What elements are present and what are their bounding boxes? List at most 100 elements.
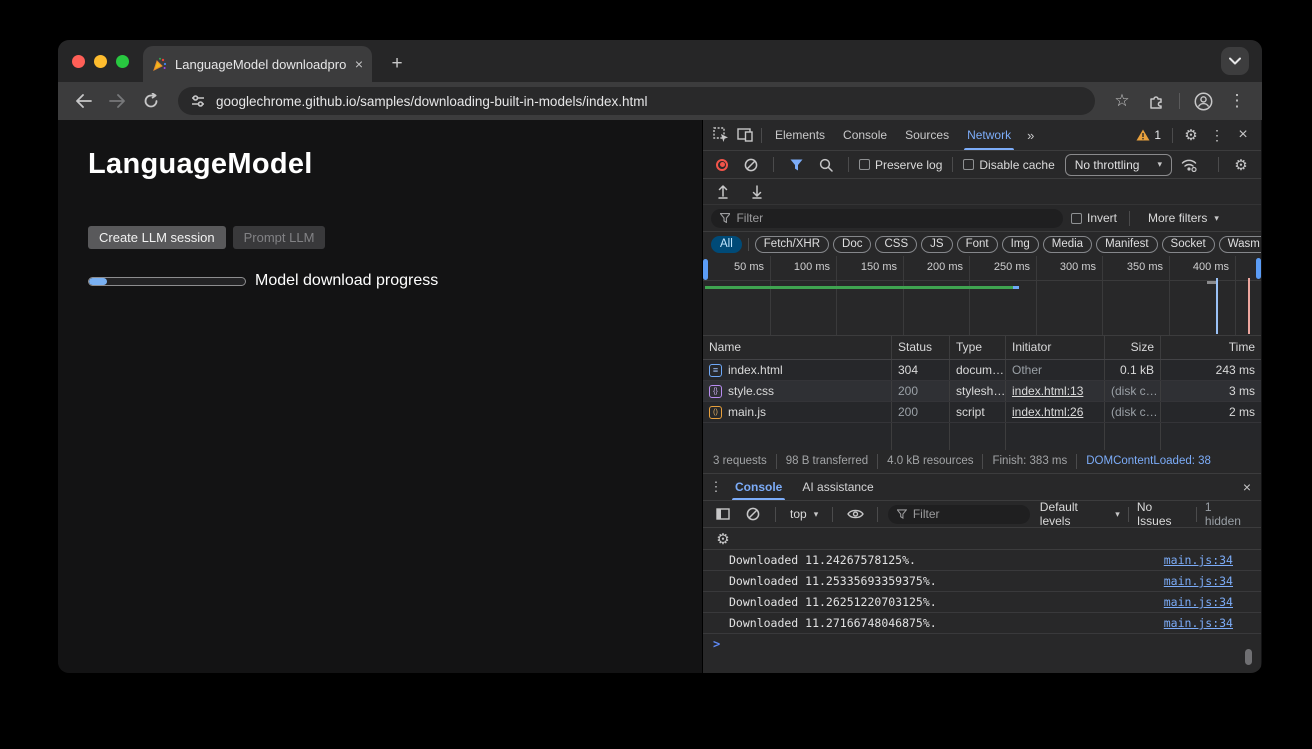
source-link[interactable]: main.js:34 [1164,553,1233,567]
device-toolbar-icon[interactable] [733,123,757,147]
log-levels-select[interactable]: Default levels ▾ [1036,500,1124,528]
import-har-icon[interactable] [711,180,735,204]
table-row[interactable]: ≡ index.html 304 docum… Other 0.1 kB 243… [703,360,1261,381]
chip-js[interactable]: JS [921,236,952,253]
drawer-tab-console[interactable]: Console [725,474,792,500]
invert-checkbox[interactable]: Invert [1071,211,1117,225]
checkbox-box[interactable] [1071,213,1082,224]
close-drawer-icon[interactable]: × [1243,479,1251,495]
reload-button[interactable] [136,86,166,116]
console-filter-input[interactable] [913,507,1021,521]
back-button[interactable] [68,86,98,116]
tab-search-button[interactable] [1221,47,1249,75]
timeline-axis-line [703,280,1261,281]
chip-wasm[interactable]: Wasm [1219,236,1261,253]
bookmark-star-icon[interactable]: ☆ [1107,86,1137,116]
network-conditions-icon[interactable] [1178,153,1202,177]
new-tab-button[interactable]: + [384,51,410,77]
search-icon[interactable] [814,153,838,177]
chip-font[interactable]: Font [957,236,998,253]
console-filter-input-wrap[interactable] [888,505,1030,524]
tab-network[interactable]: Network [958,120,1020,150]
console-settings-gear-icon[interactable]: ⚙ [711,527,735,551]
record-network-log-button[interactable] [716,159,728,171]
maximize-window-button[interactable] [116,55,129,68]
desktop: LanguageModel downloadpro × + [0,0,1312,749]
network-settings-gear-icon[interactable]: ⚙ [1229,153,1253,177]
chip-doc[interactable]: Doc [833,236,871,253]
chip-all[interactable]: All [711,236,742,253]
chip-css[interactable]: CSS [875,236,917,253]
extensions-icon[interactable] [1141,86,1171,116]
prompt-llm-button[interactable]: Prompt LLM [233,226,326,249]
network-filter-input-wrap[interactable] [711,209,1063,228]
chip-socket[interactable]: Socket [1162,236,1215,253]
more-tabs-icon[interactable]: » [1020,128,1041,143]
drawer-menu-icon[interactable]: ⋮ [707,475,725,499]
execution-context-select[interactable]: top ▾ [786,507,822,521]
source-link[interactable]: main.js:34 [1164,595,1233,609]
checkbox-box[interactable] [963,159,974,170]
column-header-status[interactable]: Status [892,336,950,359]
overview-left-handle[interactable] [703,259,708,280]
tab-sources[interactable]: Sources [896,120,958,150]
clear-console-icon[interactable] [741,502,765,526]
chip-img[interactable]: Img [1002,236,1039,253]
table-row[interactable]: () main.js 200 script index.html:26 (dis… [703,402,1261,423]
more-filters-button[interactable]: More filters ▾ [1142,211,1225,225]
hidden-messages-count[interactable]: 1 hidden [1201,500,1253,528]
site-info-icon[interactable] [190,93,206,109]
url-bar[interactable]: googlechrome.github.io/samples/downloadi… [178,87,1095,115]
filter-funnel-icon[interactable] [784,153,808,177]
close-window-button[interactable] [72,55,85,68]
table-row[interactable]: {} style.css 200 stylesh… index.html:13 … [703,381,1261,402]
drawer-tab-ai-assistance[interactable]: AI assistance [792,474,883,500]
tab-console[interactable]: Console [834,120,896,150]
export-har-icon[interactable] [745,180,769,204]
network-overview-timeline[interactable]: 50 ms 100 ms 150 ms 200 ms 250 ms 300 ms… [703,256,1261,335]
browser-menu-icon[interactable]: ⋮ [1222,86,1252,116]
column-header-time[interactable]: Time [1161,336,1261,359]
column-header-type[interactable]: Type [950,336,1006,359]
overview-right-handle[interactable] [1256,258,1261,279]
forward-button[interactable] [102,86,132,116]
chip-manifest[interactable]: Manifest [1096,236,1157,253]
minimize-window-button[interactable] [94,55,107,68]
throttling-select[interactable]: No throttling ▾ [1065,154,1172,176]
tab-elements[interactable]: Elements [766,120,834,150]
console-message[interactable]: Downloaded 11.26251220703125%. main.js:3… [703,592,1261,613]
close-devtools-icon[interactable]: × [1231,123,1255,147]
create-llm-session-button[interactable]: Create LLM session [88,226,226,249]
settings-gear-icon[interactable]: ⚙ [1179,123,1203,147]
clear-network-log-icon[interactable] [739,153,763,177]
console-sidebar-icon[interactable] [711,502,735,526]
summary-divider [877,454,878,469]
warning-badge[interactable]: 1 [1131,128,1166,142]
column-header-size[interactable]: Size [1105,336,1161,359]
tab-close-icon[interactable]: × [355,57,363,71]
issues-counter[interactable]: No Issues [1133,500,1192,528]
console-prompt[interactable]: > [703,634,1261,654]
column-header-name[interactable]: Name [703,336,892,359]
initiator-link[interactable]: index.html:26 [1012,405,1083,419]
inspect-element-icon[interactable] [709,123,733,147]
chip-fetch-xhr[interactable]: Fetch/XHR [755,236,829,253]
column-header-initiator[interactable]: Initiator [1006,336,1105,359]
initiator-link[interactable]: index.html:13 [1012,384,1083,398]
console-message[interactable]: Downloaded 11.25335693359375%. main.js:3… [703,571,1261,592]
console-message[interactable]: Downloaded 11.27166748046875%. main.js:3… [703,613,1261,634]
toolbar-divider [1196,507,1197,522]
chip-media[interactable]: Media [1043,236,1092,253]
source-link[interactable]: main.js:34 [1164,574,1233,588]
profile-avatar-icon[interactable] [1188,86,1218,116]
preserve-log-checkbox[interactable]: Preserve log [859,158,942,172]
console-message[interactable]: Downloaded 11.24267578125%. main.js:34 [703,550,1261,571]
browser-tab[interactable]: LanguageModel downloadpro × [143,46,372,82]
live-expression-eye-icon[interactable] [843,502,867,526]
console-scrollbar-thumb[interactable] [1245,649,1252,665]
devtools-menu-icon[interactable]: ⋮ [1205,123,1229,147]
source-link[interactable]: main.js:34 [1164,616,1233,630]
disable-cache-checkbox[interactable]: Disable cache [963,158,1054,172]
checkbox-box[interactable] [859,159,870,170]
network-filter-input[interactable] [736,211,1054,225]
